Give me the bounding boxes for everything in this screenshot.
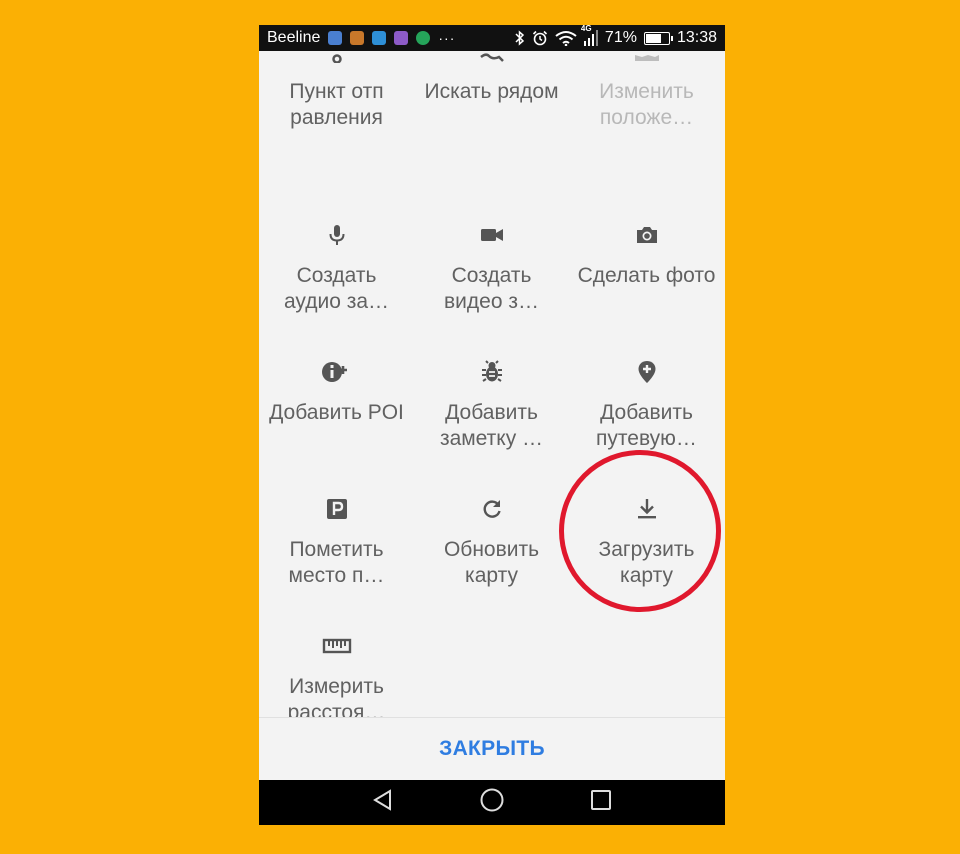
battery-percent: 71% xyxy=(604,29,637,46)
recent-apps-icon[interactable] xyxy=(589,788,613,817)
wifi-icon xyxy=(555,30,577,46)
menu-item-search-nearby[interactable]: Искать рядом xyxy=(414,51,569,162)
refresh-icon xyxy=(414,491,569,527)
menu-item-add-poi[interactable]: Добавить POI xyxy=(259,346,414,483)
menu-item-take-photo[interactable]: Сделать фото xyxy=(569,209,724,346)
ruler-icon xyxy=(259,628,414,664)
action-menu-grid: Пункт отп равления Искать рядом Изменить… xyxy=(259,51,725,717)
phone-screen: Beeline ··· 4G 71% 13:38 Пункт отп равле… xyxy=(259,25,725,825)
bug-icon xyxy=(414,354,569,390)
menu-item-refresh-map[interactable]: Обновить карту xyxy=(414,483,569,620)
box-app-icon xyxy=(350,31,365,45)
start-point-icon xyxy=(259,51,414,69)
navigation-bar xyxy=(259,780,725,825)
menu-item-label: Пометить место п… xyxy=(288,538,385,587)
menu-item-label: Создать аудио за… xyxy=(283,264,390,313)
menu-item-label: Добавить POI xyxy=(269,401,404,424)
close-button[interactable]: ЗАКРЫТЬ xyxy=(259,718,725,780)
parking-icon xyxy=(259,491,414,527)
menu-item-label: Изменить положе… xyxy=(599,80,694,129)
menu-item-label: Добавить путевую… xyxy=(596,401,697,450)
menu-item-label: Сделать фото xyxy=(577,264,716,287)
battery-icon xyxy=(643,31,673,45)
menu-item-change-position: Изменить положе… xyxy=(569,51,724,162)
menu-item-start-point[interactable]: Пункт отп равления xyxy=(259,51,414,162)
menu-item-add-note[interactable]: Добавить заметку … xyxy=(414,346,569,483)
menu-item-download-map[interactable]: Загрузить карту xyxy=(569,483,724,620)
map-icon xyxy=(569,51,724,69)
menu-item-label: Добавить заметку … xyxy=(439,401,544,450)
add-poi-icon xyxy=(259,354,414,390)
shield-app-icon xyxy=(328,31,343,45)
menu-item-measure-distance[interactable]: Измерить расстоя… xyxy=(259,620,414,717)
bluetooth-icon xyxy=(515,30,525,46)
menu-item-label: Измерить расстоя… xyxy=(287,675,386,717)
more-notifications-icon: ··· xyxy=(438,30,456,46)
menu-item-label: Загрузить карту xyxy=(598,538,695,587)
chat-app-icon xyxy=(372,31,387,45)
menu-item-label: Обновить карту xyxy=(443,538,540,587)
carrier-name: Beeline xyxy=(267,29,321,46)
menu-item-audio-note[interactable]: Создать аудио за… xyxy=(259,209,414,346)
alarm-icon xyxy=(532,30,548,46)
photo-app-icon xyxy=(394,31,409,45)
search-nearby-icon xyxy=(414,51,569,69)
status-bar: Beeline ··· 4G 71% 13:38 xyxy=(259,25,725,51)
camera-icon xyxy=(569,217,724,253)
menu-item-label: Создать видео з… xyxy=(444,264,539,313)
microphone-icon xyxy=(259,217,414,253)
menu-item-mark-parking[interactable]: Пометить место п… xyxy=(259,483,414,620)
add-waypoint-icon xyxy=(569,354,724,390)
menu-item-video-note[interactable]: Создать видео з… xyxy=(414,209,569,346)
menu-item-label: Пункт отп равления xyxy=(289,80,384,129)
back-icon[interactable] xyxy=(371,788,395,817)
download-icon xyxy=(569,491,724,527)
clock: 13:38 xyxy=(676,29,717,46)
menu-item-add-waypoint[interactable]: Добавить путевую… xyxy=(569,346,724,483)
video-camera-icon xyxy=(414,217,569,253)
home-icon[interactable] xyxy=(479,787,505,818)
whatsapp-icon xyxy=(416,31,431,45)
signal-icon: 4G xyxy=(581,25,598,46)
menu-item-label: Искать рядом xyxy=(424,80,559,103)
network-type: 4G xyxy=(580,25,592,33)
